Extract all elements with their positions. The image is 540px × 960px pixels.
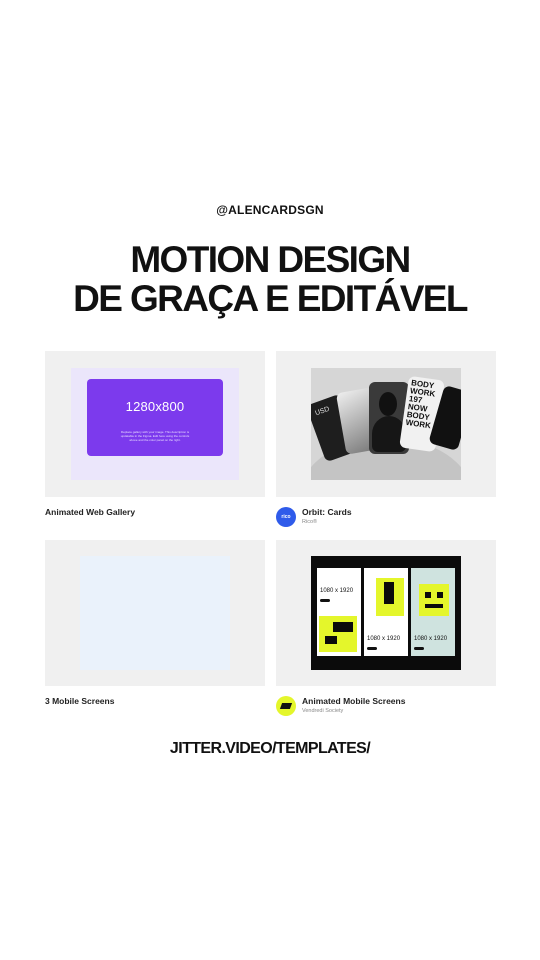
template-title[interactable]: 3 Mobile Screens — [45, 696, 114, 707]
dark-shape — [384, 582, 394, 604]
mobile-screen: 1080 x 1920 — [317, 568, 361, 656]
template-thumbnail[interactable]: USD BODY WORK 197 NOW BODY WORK — [276, 351, 496, 497]
web-gallery-slide: 1280x800 Replace gallery with your image… — [87, 379, 223, 456]
author-handle: @ALENCARDSGN — [216, 203, 324, 217]
template-title[interactable]: Animated Mobile Screens — [302, 696, 405, 707]
screen-pill — [367, 647, 377, 650]
template-card-animated-web-gallery[interactable]: 1280x800 Replace gallery with your image… — [45, 351, 265, 517]
screen-pill — [320, 599, 330, 602]
template-thumbnail[interactable]: 1080 x 1920 1080 x 1920 1080 x 1920 — [276, 540, 496, 686]
templates-url[interactable]: JITTER.VIDEO/TEMPLATES/ — [0, 740, 540, 758]
template-meta: 3 Mobile Screens — [45, 696, 114, 707]
template-title[interactable]: Orbit: Cards — [302, 507, 352, 518]
template-card-3-mobile-screens[interactable]: 3 Mobile Screens — [45, 540, 265, 706]
portrait-head — [379, 392, 397, 416]
template-thumbnail[interactable] — [45, 540, 265, 686]
template-title[interactable]: Animated Web Gallery — [45, 507, 135, 518]
dark-shape — [425, 592, 431, 598]
template-card-orbit-cards[interactable]: USD BODY WORK 197 NOW BODY WORK rico Orb… — [276, 351, 496, 527]
screen-pill — [414, 647, 424, 650]
resolution-label: 1280x800 — [125, 399, 185, 414]
mobile-screen: 1080 x 1920 — [364, 568, 408, 656]
dark-shape — [425, 604, 443, 608]
slide-caption: Replace gallery with your image. This de… — [120, 430, 190, 442]
template-thumbnail[interactable]: 1280x800 Replace gallery with your image… — [45, 351, 265, 497]
template-author[interactable]: Vendredi Society — [302, 707, 405, 715]
template-author[interactable]: Rico® — [302, 518, 352, 526]
template-meta: rico Orbit: Cards Rico® — [276, 507, 352, 527]
template-card-animated-mobile-screens[interactable]: 1080 x 1920 1080 x 1920 1080 x 1920 Anim… — [276, 540, 496, 716]
dark-shape — [437, 592, 443, 598]
headline-line-1: MOTION DESIGN — [130, 239, 411, 280]
orbit-cards-preview: USD BODY WORK 197 NOW BODY WORK — [311, 368, 461, 480]
lime-shape — [419, 584, 449, 616]
author-avatar-icon[interactable]: rico — [276, 507, 296, 527]
screen-label: 1080 x 1920 — [414, 636, 448, 642]
author-avatar-icon[interactable] — [276, 696, 296, 716]
headline-line-2: DE GRAÇA E EDITÁVEL — [73, 278, 468, 319]
dark-shape — [333, 622, 353, 632]
mobile-screen: 1080 x 1920 — [411, 568, 455, 656]
dark-shape — [325, 636, 337, 644]
screen-label: 1080 x 1920 — [367, 636, 401, 642]
template-meta: Animated Web Gallery — [45, 507, 135, 518]
mobile-screens-preview — [80, 556, 230, 670]
headline: MOTION DESIGN DE GRAÇA E EDITÁVEL — [0, 240, 540, 318]
screen-label: 1080 x 1920 — [320, 588, 354, 594]
animated-mobile-preview: 1080 x 1920 1080 x 1920 1080 x 1920 — [311, 556, 461, 670]
template-meta: Animated Mobile Screens Vendredi Society — [276, 696, 405, 716]
